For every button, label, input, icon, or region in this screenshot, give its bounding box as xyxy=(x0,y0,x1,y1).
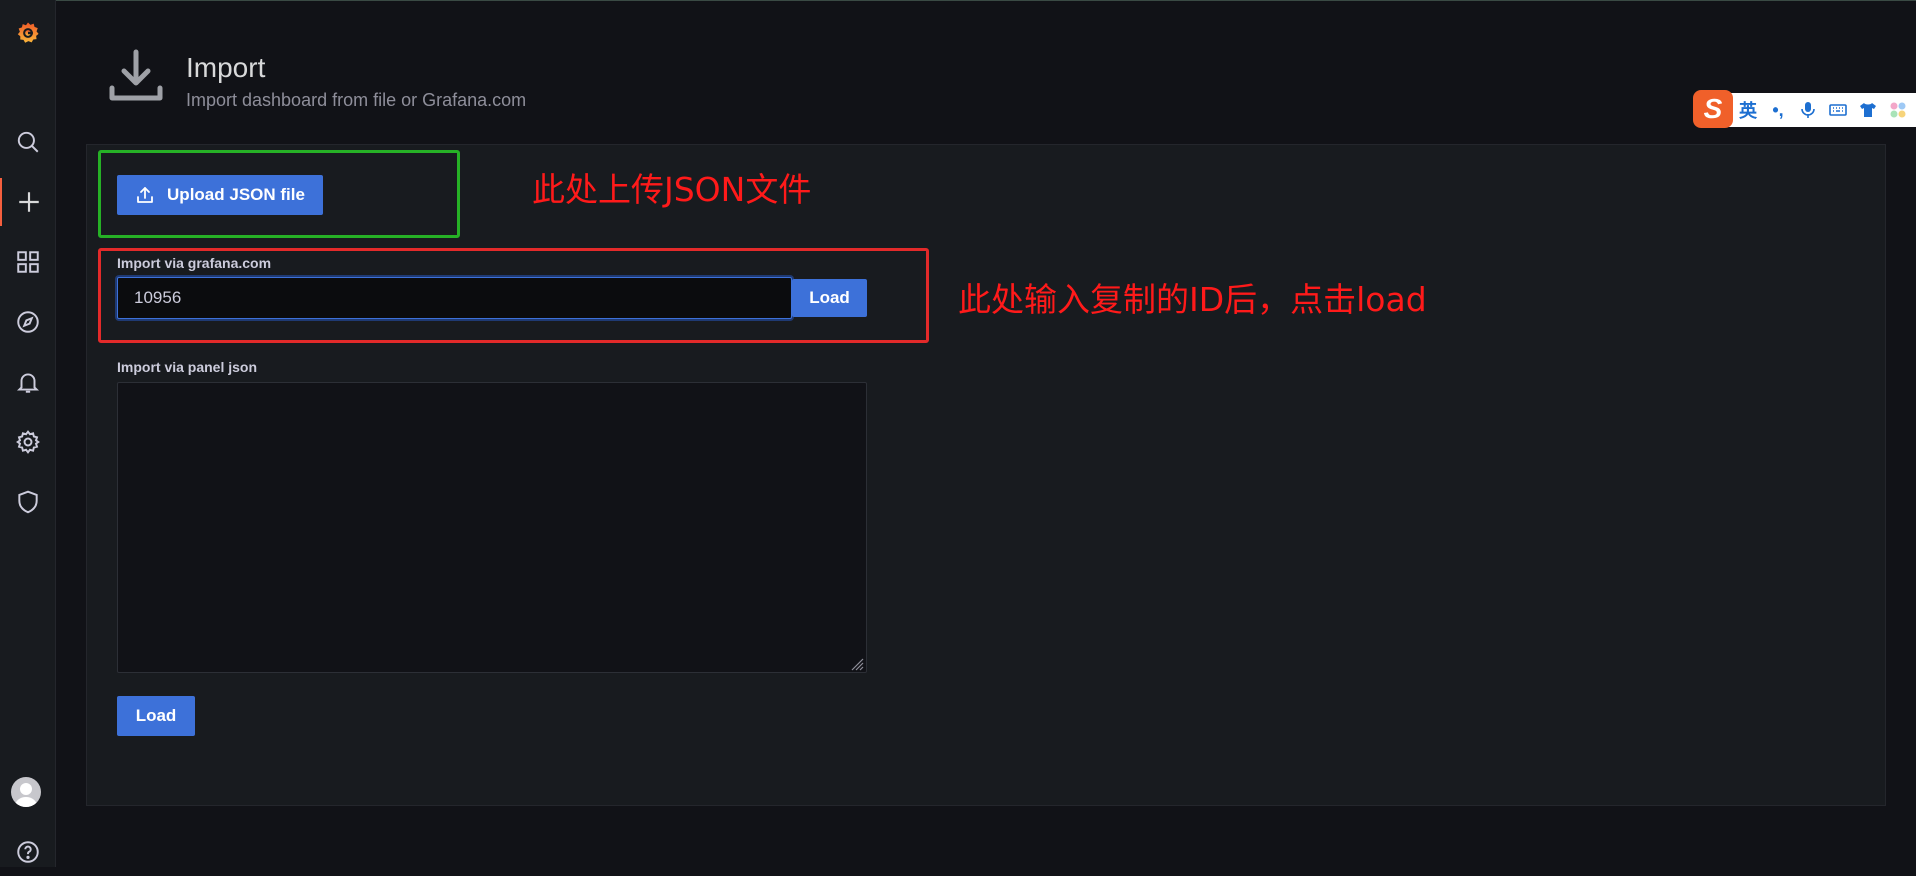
shield-icon[interactable] xyxy=(0,478,55,526)
load-annotation-text: 此处输入复制的ID后，点击load xyxy=(958,280,1427,319)
keyboard-icon[interactable] xyxy=(1823,95,1853,125)
page-header: Import Import dashboard from file or Gra… xyxy=(108,48,708,118)
grafana-logo-icon[interactable] xyxy=(0,9,55,57)
import-download-icon xyxy=(108,48,164,106)
avatar[interactable] xyxy=(11,777,41,807)
ime-toolbox-icon[interactable] xyxy=(1883,95,1913,125)
panel-json-label: Import via panel json xyxy=(117,359,258,375)
panel-json-textarea[interactable] xyxy=(117,382,867,673)
ime-language-toggle[interactable]: 英 xyxy=(1733,95,1763,125)
upload-annotation-box xyxy=(98,150,460,238)
bell-icon[interactable] xyxy=(0,358,55,406)
upload-annotation-text: 此处上传JSON文件 xyxy=(532,170,812,209)
dashboards-grid-icon[interactable] xyxy=(0,238,55,286)
ime-logo-icon[interactable]: S xyxy=(1693,90,1733,128)
plus-icon[interactable] xyxy=(0,178,55,226)
skin-shirt-icon[interactable] xyxy=(1853,95,1883,125)
gear-icon[interactable] xyxy=(0,418,55,466)
explore-compass-icon[interactable] xyxy=(0,298,55,346)
load-json-button[interactable]: Load xyxy=(117,696,195,736)
top-border xyxy=(0,0,1916,1)
help-icon[interactable] xyxy=(0,828,55,876)
page-subtitle: Import dashboard from file or Grafana.co… xyxy=(186,90,527,110)
sidebar xyxy=(0,0,56,867)
resize-grip-icon[interactable] xyxy=(850,657,864,671)
ime-punctuation-toggle[interactable]: •, xyxy=(1763,95,1793,125)
page-title: Import xyxy=(186,52,266,83)
ime-toolbar: S 英 •, xyxy=(1693,90,1916,128)
search-icon[interactable] xyxy=(0,118,55,166)
microphone-icon[interactable] xyxy=(1793,95,1823,125)
id-annotation-box xyxy=(98,248,929,343)
